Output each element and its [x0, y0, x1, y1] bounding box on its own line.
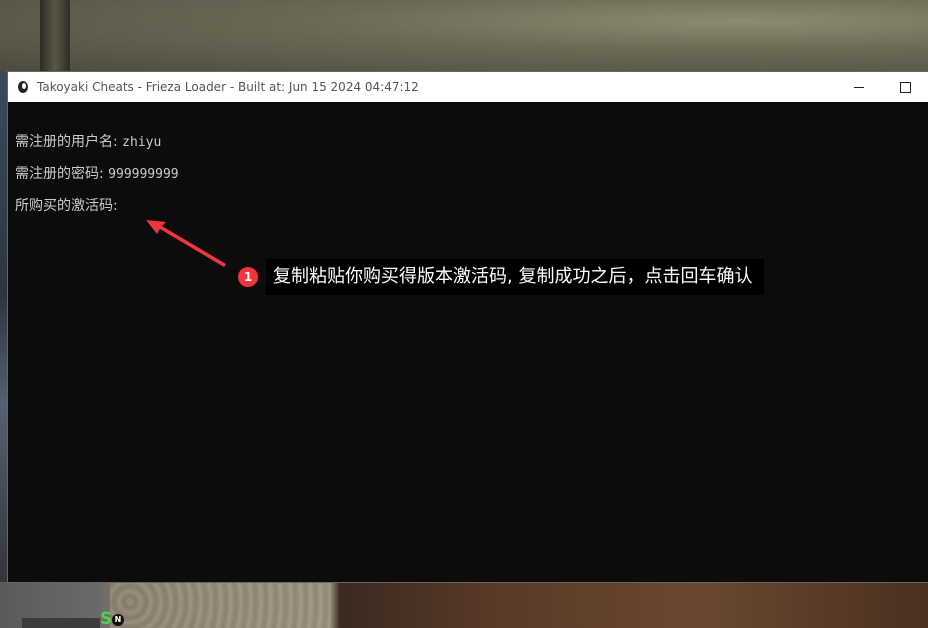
- username-label: 需注册的用户名:: [15, 134, 123, 150]
- password-value: 999999999: [108, 167, 179, 182]
- game-scene-top: [0, 0, 928, 72]
- window-titlebar[interactable]: Takoyaki Cheats - Frieza Loader - Built …: [8, 72, 928, 102]
- scene-pillar: [40, 0, 70, 72]
- console-output[interactable]: 需注册的用户名: zhiyu 需注册的密码: 999999999 所购买的激活码…: [8, 102, 928, 582]
- maximize-button[interactable]: [882, 72, 928, 102]
- hud-bar: [22, 618, 100, 628]
- instruction-tooltip: 复制粘贴你购买得版本激活码, 复制成功之后，点击回车确认: [266, 259, 765, 295]
- annotation-arrow-icon: [146, 220, 226, 267]
- activation-line[interactable]: 所购买的激活码:: [15, 196, 118, 216]
- username-line: 需注册的用户名: zhiyu: [15, 132, 161, 152]
- password-line: 需注册的密码: 999999999: [15, 164, 179, 184]
- loader-window: Takoyaki Cheats - Frieza Loader - Built …: [8, 72, 928, 582]
- minimize-icon: [854, 86, 864, 88]
- app-icon: [18, 81, 28, 93]
- window-title: Takoyaki Cheats - Frieza Loader - Built …: [37, 80, 419, 94]
- game-scene-left: [0, 72, 8, 628]
- desktop-background: S N Takoyaki Cheats - Frieza Loader - Bu…: [0, 0, 928, 628]
- scene-pattern: [110, 582, 330, 628]
- hud-compass-n: N: [112, 614, 124, 626]
- game-scene-bottom: [0, 582, 928, 628]
- password-label: 需注册的密码:: [15, 166, 109, 182]
- maximize-icon: [899, 81, 911, 93]
- step-badge: 1: [238, 267, 258, 287]
- activation-label: 所购买的激活码:: [15, 198, 118, 214]
- username-value: zhiyu: [122, 135, 162, 150]
- minimize-button[interactable]: [836, 72, 882, 102]
- window-controls: [836, 72, 928, 102]
